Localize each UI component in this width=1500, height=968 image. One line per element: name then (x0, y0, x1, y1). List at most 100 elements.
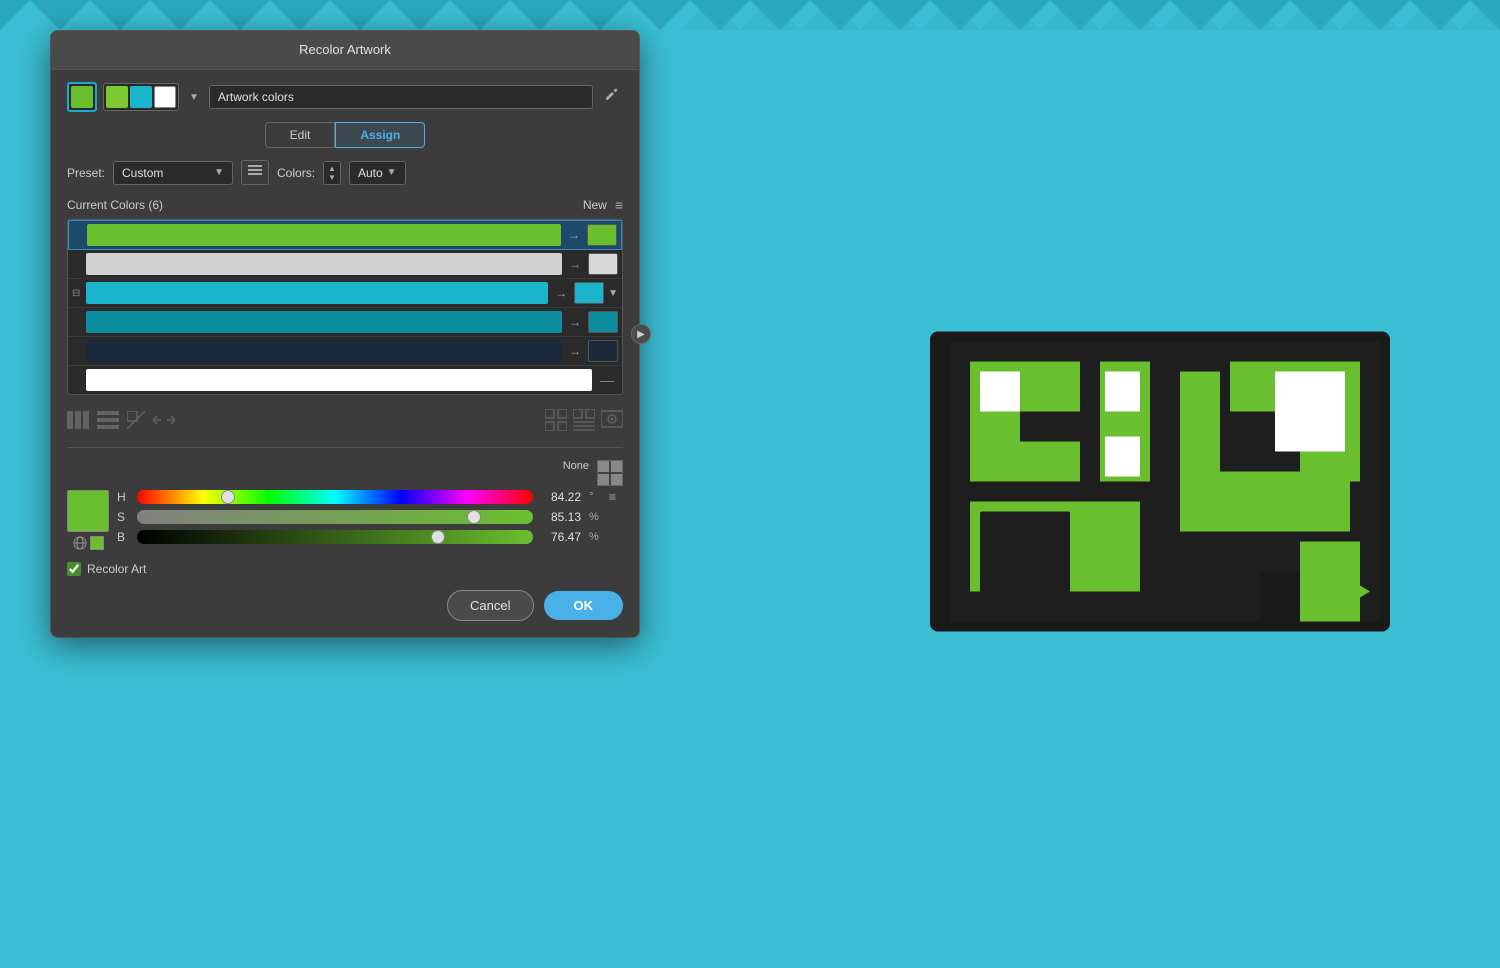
new-swatch[interactable] (588, 253, 618, 275)
color-bar-cyan (86, 282, 548, 304)
swatch-white (154, 86, 176, 108)
color-picker-section: None (67, 447, 623, 550)
row-dropdown-arrow[interactable]: ▼ (608, 288, 618, 299)
preset-arrow: ▼ (214, 167, 224, 178)
b-slider-row: B 76.47 % (117, 530, 623, 544)
expand-handle[interactable]: ▶ (631, 324, 651, 344)
preset-row: Preset: Custom ▼ Colors: ▲▼ Auto ▼ (67, 160, 623, 185)
none-label: None (563, 460, 589, 484)
arrows-icon[interactable] (153, 411, 175, 429)
assign-tab[interactable]: Assign (335, 122, 425, 148)
artwork-colors-dropdown[interactable]: Artwork colors (209, 85, 593, 109)
swatch-green-selected[interactable] (67, 82, 97, 112)
colors-label: Colors: (277, 166, 315, 180)
globe-icon (73, 536, 87, 550)
b-unit: % (589, 531, 601, 543)
colors-dropdown[interactable]: Auto ▼ (349, 161, 406, 185)
ok-button[interactable]: OK (544, 591, 624, 620)
recolor-artwork-dialog: Recolor Artwork ▼ Artwork colors (50, 30, 640, 638)
grid-color-button[interactable] (597, 460, 623, 486)
grid-view-icon[interactable] (545, 409, 567, 431)
dialog-title: Recolor Artwork (299, 42, 391, 57)
color-row[interactable]: → (68, 308, 622, 337)
arrow-indicator: → (552, 286, 570, 300)
s-unit: % (589, 511, 601, 523)
new-swatch[interactable] (587, 224, 617, 246)
b-value: 76.47 (541, 530, 581, 544)
stepper-arrows: ▲▼ (328, 164, 336, 182)
h-value: 84.22 (541, 490, 581, 504)
color-bar-green (87, 224, 561, 246)
s-thumb[interactable] (467, 510, 481, 524)
color-row[interactable]: — (68, 366, 622, 394)
preset-dropdown[interactable]: Custom ▼ (113, 161, 233, 185)
artwork-colors-label: Artwork colors (218, 90, 294, 104)
h-slider-row: H 84.22 ° ≡ (117, 490, 623, 504)
list-icon-button[interactable] (241, 160, 269, 185)
new-label: New (583, 198, 607, 212)
colors-arrow: ▼ (387, 167, 397, 178)
color-preview-row: H 84.22 ° ≡ S 85.13 (67, 490, 623, 550)
logo-area (920, 282, 1400, 687)
h-slider[interactable] (137, 490, 533, 504)
color-list-menu-icon[interactable]: ≡ (615, 197, 623, 213)
recolor-art-label: Recolor Art (87, 562, 146, 576)
eyedropper-icon (603, 87, 619, 103)
color-preview-box (67, 490, 109, 532)
toolbar-right (545, 409, 623, 431)
current-colors-title: Current Colors (6) (67, 198, 163, 212)
h-unit: ° (589, 491, 601, 503)
small-swatch (90, 536, 104, 550)
toolbar-left (67, 411, 175, 429)
s-slider[interactable] (137, 510, 533, 524)
swatch-green (71, 86, 93, 108)
arrow-indicator: → (566, 257, 584, 271)
swatches-dropdown-arrow[interactable]: ▼ (185, 92, 203, 103)
row-handle: ⊟ (72, 288, 82, 299)
swatch-multi-group[interactable] (103, 83, 179, 111)
color-bar-darkblue (86, 340, 562, 362)
new-swatch[interactable] (588, 340, 618, 362)
h-slider-menu[interactable]: ≡ (609, 490, 623, 504)
recolor-art-checkbox[interactable] (67, 562, 81, 576)
edit-assign-tabs: Edit Assign (67, 122, 623, 148)
list-view-icon[interactable] (573, 409, 595, 431)
preset-value: Custom (122, 166, 163, 180)
current-colors-header: Current Colors (6) New ≡ (67, 197, 623, 213)
h-thumb[interactable] (221, 490, 235, 504)
preset-label: Preset: (67, 166, 105, 180)
preview-icon[interactable] (601, 409, 623, 431)
colors-stepper[interactable]: ▲▼ (323, 161, 341, 185)
eyedropper-button[interactable] (599, 85, 623, 110)
colors-value: Auto (358, 166, 383, 180)
b-slider[interactable] (137, 530, 533, 544)
new-swatch[interactable] (574, 282, 604, 304)
color-bar-white (86, 369, 592, 391)
rows-icon[interactable] (97, 411, 119, 429)
recolor-art-row: Recolor Art (67, 562, 623, 576)
arrow-indicator: → (565, 228, 583, 242)
arrow-indicator: → (566, 344, 584, 358)
color-row[interactable]: → (68, 250, 622, 279)
top-swatches-row: ▼ Artwork colors (67, 82, 623, 112)
color-bar-darkcyan (86, 311, 562, 333)
arrow-indicator: → (566, 315, 584, 329)
exclude-icon[interactable] (127, 411, 145, 429)
color-row[interactable]: ⊟ → ▼ (68, 279, 622, 308)
dash-indicator: — (596, 372, 618, 388)
new-swatch[interactable] (588, 311, 618, 333)
swatch-green2 (106, 86, 128, 108)
s-value: 85.13 (541, 510, 581, 524)
color-row[interactable]: → (68, 220, 622, 250)
columns-icon[interactable] (67, 411, 89, 429)
color-rows-container: → → ⊟ → ▼ → (67, 219, 623, 395)
dialog-footer: Cancel OK (67, 590, 623, 621)
edit-tab[interactable]: Edit (265, 122, 336, 148)
dialog-titlebar: Recolor Artwork (51, 31, 639, 70)
h-label: H (117, 490, 129, 504)
cancel-button[interactable]: Cancel (447, 590, 533, 621)
bottom-toolbar (67, 405, 623, 439)
b-label: B (117, 530, 129, 544)
b-thumb[interactable] (431, 530, 445, 544)
color-row[interactable]: → (68, 337, 622, 366)
